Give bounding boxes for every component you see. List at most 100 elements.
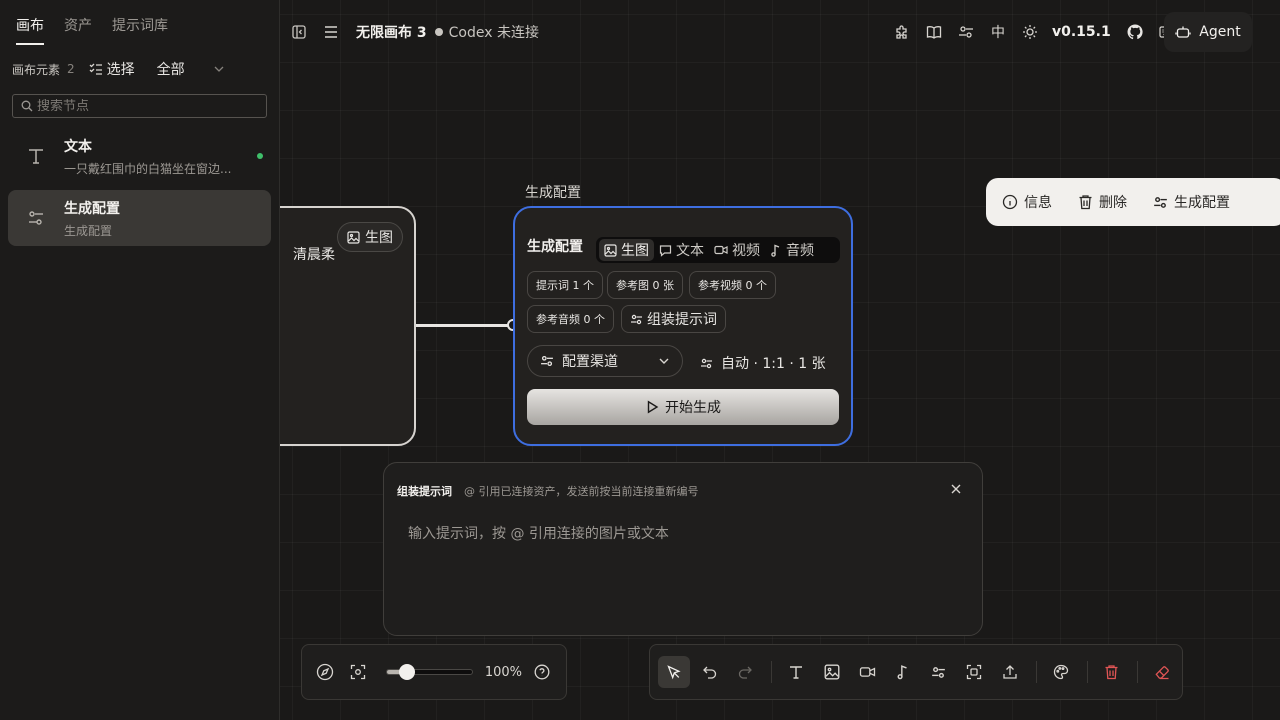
list-item-text[interactable]: 文本 一只戴红围巾的白猫坐在窗边... bbox=[8, 128, 271, 184]
book-icon[interactable] bbox=[918, 24, 950, 40]
ref-video-pill[interactable]: 参考视频 0 个 bbox=[689, 271, 776, 299]
node-header: 生成配置 bbox=[527, 239, 583, 255]
image-tool[interactable] bbox=[816, 656, 848, 688]
prompt-count-pill[interactable]: 提示词 1 个 bbox=[527, 271, 603, 299]
mode-tab-image[interactable]: 生图 bbox=[599, 239, 654, 261]
mode-tab-text[interactable]: 文本 bbox=[654, 239, 709, 261]
redo-icon bbox=[739, 666, 753, 679]
canvas[interactable]: 无限画布 3 Codex 未连接 中 v0.15.1 Agent 清晨柔 生图 … bbox=[280, 0, 1280, 720]
upload-tool[interactable] bbox=[994, 656, 1026, 688]
list-item-gen-config[interactable]: 生成配置 生成配置 bbox=[8, 190, 271, 246]
fit-view-icon[interactable] bbox=[350, 664, 366, 680]
help-icon[interactable] bbox=[534, 664, 550, 680]
node-label: 生成配置 bbox=[525, 185, 581, 201]
sliders-icon bbox=[8, 209, 64, 227]
sliders-icon bbox=[1154, 196, 1167, 208]
sliders-icon bbox=[701, 358, 712, 368]
tab-prompt-library[interactable]: 提示词库 bbox=[112, 15, 168, 45]
connection-status-dot bbox=[434, 28, 443, 36]
palette-tool[interactable] bbox=[1045, 656, 1077, 688]
gen-config-button[interactable]: 生成配置 bbox=[1153, 192, 1230, 212]
language-toggle[interactable]: 中 bbox=[982, 22, 1014, 42]
delete-label: 删除 bbox=[1099, 195, 1127, 211]
list-item-title: 生成配置 bbox=[64, 200, 120, 217]
filter-all-dropdown[interactable]: 全部 bbox=[157, 59, 225, 79]
toolbar-divider bbox=[1137, 661, 1139, 683]
sun-icon[interactable] bbox=[1014, 24, 1046, 40]
mode-tab-audio[interactable]: 音频 bbox=[765, 239, 819, 261]
assemble-prompt-pill[interactable]: 组装提示词 bbox=[621, 305, 726, 333]
connection-edge[interactable] bbox=[416, 324, 508, 327]
close-icon[interactable] bbox=[950, 483, 962, 495]
generate-image-chip[interactable]: 生图 bbox=[337, 222, 403, 252]
audio-tool[interactable] bbox=[887, 656, 919, 688]
text-tool[interactable] bbox=[780, 656, 812, 688]
gen-config-tool[interactable] bbox=[923, 656, 955, 688]
eraser-tool[interactable] bbox=[1146, 656, 1178, 688]
delete-button[interactable]: 删除 bbox=[1078, 192, 1127, 212]
info-button[interactable]: 信息 bbox=[1002, 192, 1052, 212]
info-icon bbox=[1002, 194, 1018, 210]
gen-config-label: 生成配置 bbox=[1174, 195, 1230, 211]
sliders-icon bbox=[932, 666, 945, 678]
image-icon bbox=[347, 230, 360, 244]
palette-icon bbox=[1053, 664, 1068, 680]
element-filter-row: 画布元素 2 选择 全部 bbox=[12, 58, 225, 80]
video-icon bbox=[714, 245, 728, 255]
select-button[interactable]: 选择 bbox=[89, 59, 135, 79]
delete-tool[interactable] bbox=[1096, 656, 1128, 688]
agent-button[interactable]: Agent bbox=[1164, 12, 1252, 52]
list-item-subtitle: 生成配置 bbox=[64, 223, 113, 238]
undo-button[interactable] bbox=[694, 656, 726, 688]
start-generate-button[interactable]: 开始生成 bbox=[527, 389, 839, 425]
chat-icon bbox=[659, 244, 672, 257]
search-input[interactable] bbox=[37, 98, 257, 114]
github-icon[interactable] bbox=[1119, 24, 1151, 40]
eraser-icon bbox=[1155, 666, 1169, 680]
zoom-slider[interactable] bbox=[386, 664, 473, 680]
connection-status: Codex 未连接 bbox=[448, 25, 539, 41]
canvas-title[interactable]: 无限画布 3 bbox=[356, 22, 427, 42]
compass-icon[interactable] bbox=[316, 663, 334, 681]
ref-image-pill[interactable]: 参考图 0 张 bbox=[607, 271, 683, 299]
menu-icon[interactable] bbox=[324, 26, 338, 38]
status-dot bbox=[257, 153, 263, 159]
canvas-toolbar bbox=[649, 644, 1183, 700]
upload-icon bbox=[1003, 665, 1017, 679]
agent-label: Agent bbox=[1199, 24, 1241, 40]
puzzle-icon[interactable] bbox=[886, 24, 918, 40]
collapse-sidebar-icon[interactable] bbox=[292, 25, 306, 39]
pill-label: 组装提示词 bbox=[647, 312, 717, 328]
text-t-icon bbox=[8, 146, 64, 166]
ref-audio-pill[interactable]: 参考音频 0 个 bbox=[527, 305, 614, 333]
search-box[interactable] bbox=[12, 94, 267, 118]
channel-select[interactable]: 配置渠道 bbox=[527, 345, 683, 377]
text-node-content: 清晨柔 bbox=[293, 247, 335, 263]
text-node[interactable]: 清晨柔 生图 bbox=[280, 206, 416, 446]
list-item-title: 文本 bbox=[64, 138, 92, 155]
video-tool[interactable] bbox=[851, 656, 883, 688]
prompt-composer: 组装提示词 @ 引用已连接资产，发送前按当前连接重新编号 bbox=[383, 462, 983, 636]
zoom-slider-handle[interactable] bbox=[398, 664, 415, 680]
mode-tab-video[interactable]: 视频 bbox=[709, 239, 765, 261]
version-label: v0.15.1 bbox=[1052, 24, 1111, 40]
image-icon bbox=[604, 243, 617, 257]
text-t-icon bbox=[789, 666, 802, 679]
canvas-elements-count: 2 bbox=[67, 62, 75, 76]
tab-assets[interactable]: 资产 bbox=[64, 15, 92, 45]
scan-tool[interactable] bbox=[958, 656, 990, 688]
tab-canvas[interactable]: 画布 bbox=[16, 15, 44, 45]
generation-params[interactable]: 自动 · 1:1 · 1 张 bbox=[700, 353, 826, 373]
undo-icon bbox=[702, 666, 716, 679]
gen-config-node[interactable]: 生成配置 生图 文本 视频 音频 提示词 1 个 参考图 0 张 参考视频 0 … bbox=[513, 206, 853, 446]
select-label: 选择 bbox=[106, 62, 135, 78]
trash-icon bbox=[1105, 665, 1118, 680]
redo-button[interactable] bbox=[729, 656, 761, 688]
cursor-icon bbox=[667, 665, 681, 680]
sliders-icon bbox=[541, 355, 553, 367]
settings-sliders-icon[interactable] bbox=[950, 24, 982, 40]
select-tool[interactable] bbox=[658, 656, 690, 688]
music-icon bbox=[771, 244, 780, 257]
channel-label: 配置渠道 bbox=[562, 354, 618, 370]
prompt-textarea[interactable] bbox=[408, 523, 958, 613]
